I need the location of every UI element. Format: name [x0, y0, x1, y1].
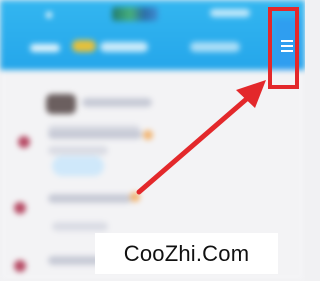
- highlight-rectangle: [268, 7, 299, 89]
- feed-line: [48, 194, 132, 203]
- status-bar-icons: [112, 7, 158, 21]
- header-tab[interactable]: [190, 42, 240, 52]
- feed-thumbnail: [46, 94, 76, 114]
- header-tab-badge[interactable]: [72, 40, 96, 52]
- status-bar-indicator: [46, 12, 52, 18]
- header-bar: [0, 0, 305, 70]
- feed-avatar[interactable]: [18, 136, 30, 148]
- watermark-text: CooZhi.Com: [123, 241, 250, 266]
- feed-line: [52, 222, 108, 231]
- feed-tag[interactable]: [52, 156, 104, 176]
- feed-line: [48, 146, 108, 155]
- feed-line: [48, 130, 142, 139]
- screenshot: CooZhi.Com: [0, 0, 305, 281]
- feed-badge: [130, 192, 140, 202]
- feed-avatar[interactable]: [14, 260, 26, 272]
- header-tab[interactable]: [30, 44, 60, 52]
- feed-line: [82, 98, 152, 107]
- status-bar-right: [210, 9, 250, 17]
- feed-avatar[interactable]: [14, 202, 26, 214]
- header-tab[interactable]: [100, 42, 148, 52]
- feed-badge: [143, 130, 153, 140]
